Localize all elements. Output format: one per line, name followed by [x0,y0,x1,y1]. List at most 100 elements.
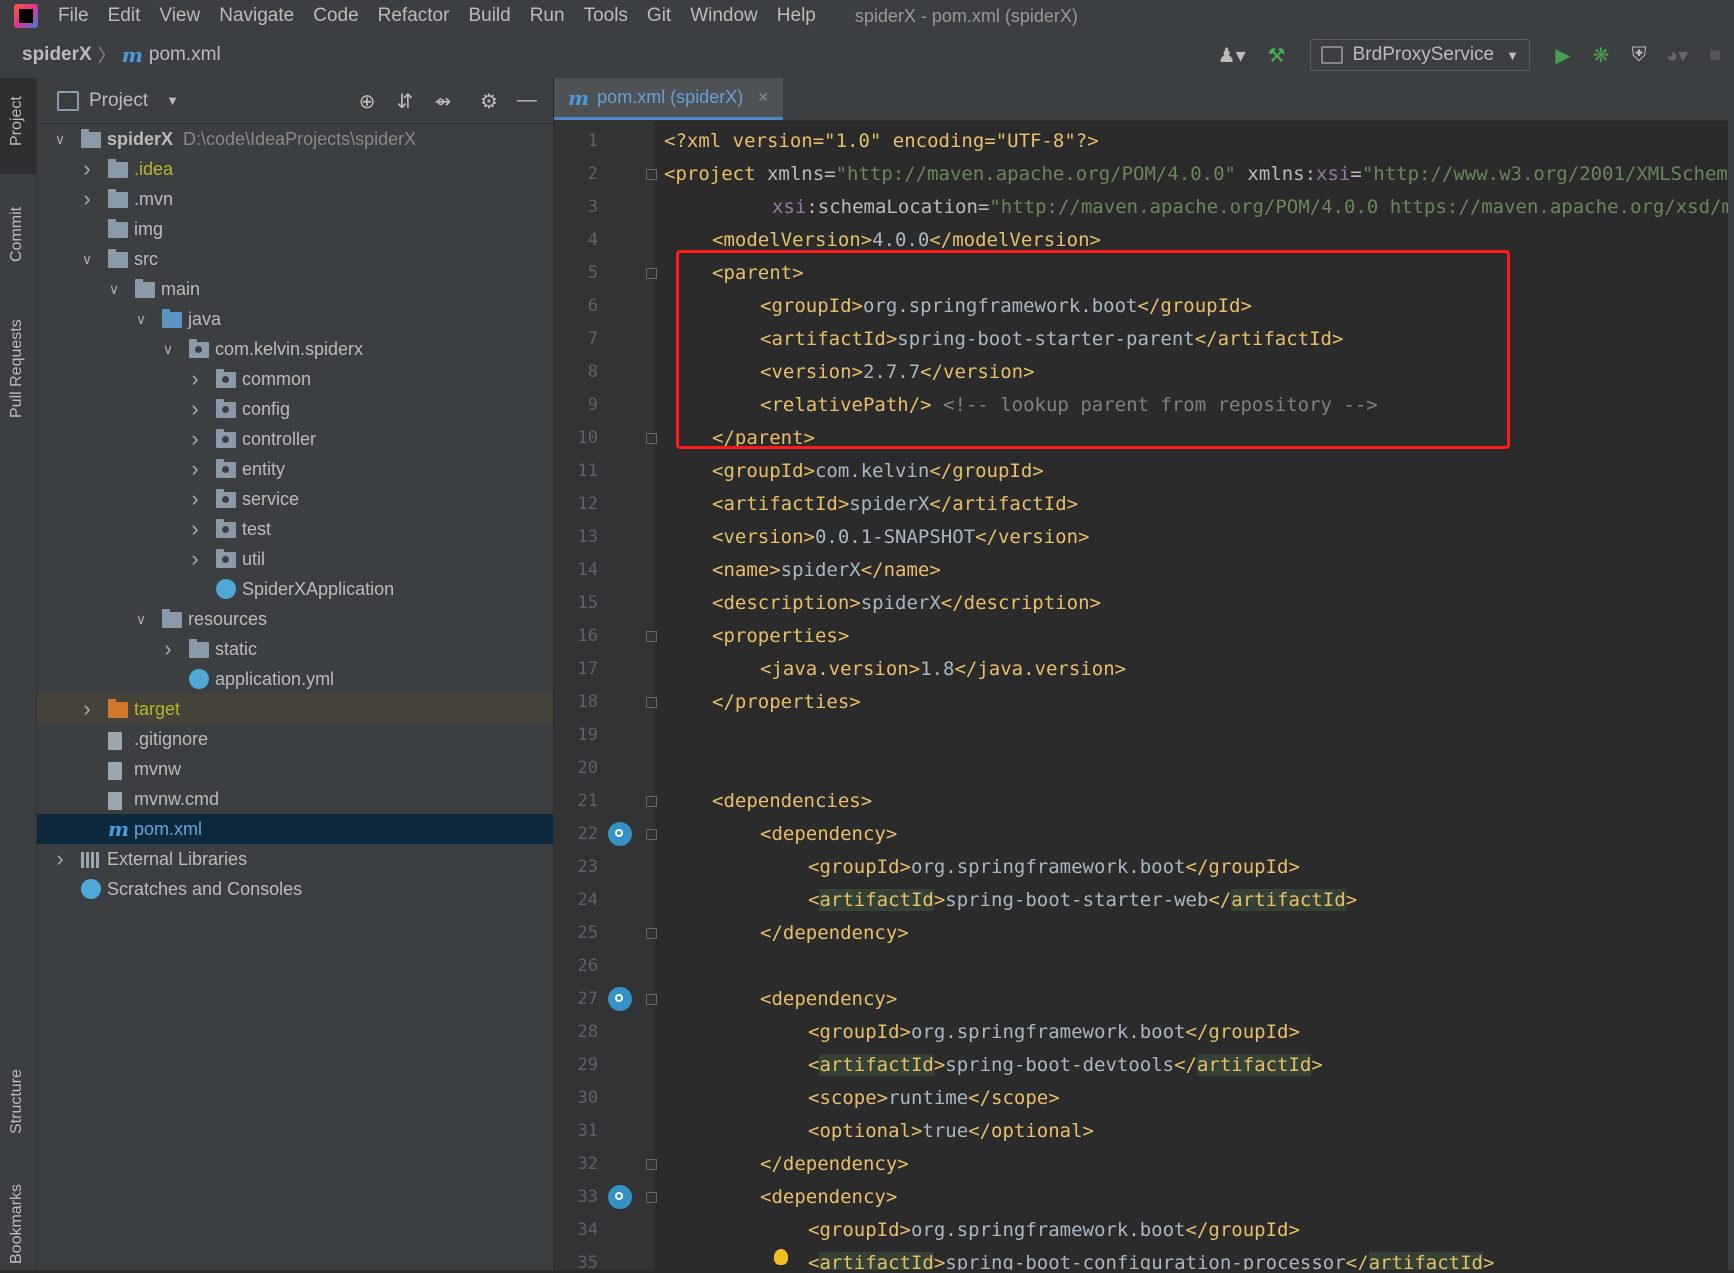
menu-help[interactable]: Help [777,5,816,27]
tree-node-entity[interactable]: › entity [37,454,553,484]
menu-edit[interactable]: Edit [108,5,141,27]
maven-dependency-update-icon[interactable] [608,822,632,846]
tree-node-mvnw-cmd[interactable]: mvnw.cmd [37,784,553,814]
tree-node-pom-xml[interactable]: m pom.xml [37,814,553,844]
tree-node-spiderxapplication[interactable]: SpiderXApplication [37,574,553,604]
strip-tab-commit[interactable]: Commit [0,178,36,274]
menu-run[interactable]: Run [530,5,565,27]
tree-node-main[interactable]: ∨ main [37,274,553,304]
tree-node-mvn[interactable]: › .mvn [37,184,553,214]
chevron-right-icon[interactable]: › [188,486,202,512]
tree-node-mvnw[interactable]: mvnw [37,754,553,784]
menu-refactor[interactable]: Refactor [378,5,450,27]
project-panel-title[interactable]: Project [89,90,148,112]
tree-node-controller[interactable]: › controller [37,424,553,454]
chevron-down-icon[interactable]: ∨ [107,281,121,298]
run-icon[interactable]: ▶ [1551,43,1575,67]
locate-target-icon[interactable]: ⊕ [355,89,379,113]
strip-tab-structure[interactable]: Structure [0,1038,36,1148]
menu-navigate[interactable]: Navigate [219,5,294,27]
profile-icon[interactable]: ◕▾ [1665,43,1689,67]
menu-code[interactable]: Code [313,5,358,27]
excluded-folder-icon [108,699,128,718]
chevron-right-icon[interactable]: › [188,456,202,482]
tree-node-application-yml[interactable]: application.yml [37,664,553,694]
code-token: <groupId> [808,856,911,878]
menu-build[interactable]: Build [468,5,510,27]
chevron-right-icon[interactable]: › [80,186,94,212]
chevron-right-icon[interactable]: › [188,516,202,542]
line-number: 10 [577,428,598,448]
code-token: artifactId [819,1252,934,1270]
tree-node-test[interactable]: › test [37,514,553,544]
chevron-right-icon[interactable]: › [161,636,175,662]
strip-tab-pull-requests-label: Pull Requests [8,319,25,418]
chevron-right-icon[interactable]: › [188,426,202,452]
chevron-down-icon[interactable]: ▼ [166,93,179,108]
chevron-down-icon[interactable]: ∨ [53,131,67,148]
gear-icon[interactable]: ⚙ [477,89,501,113]
expand-all-icon[interactable]: ⇵ [393,89,417,113]
chevron-down-icon[interactable]: ∨ [80,251,94,268]
tree-node-spiderx[interactable]: ∨ spiderX D:\code\IdeaProjects\spiderX [37,124,553,154]
breadcrumb-file[interactable]: pom.xml [149,44,221,66]
chevron-right-icon[interactable]: › [80,696,94,722]
build-hammer-icon[interactable]: ⚒ [1265,43,1289,67]
gitignore-file-icon [108,732,122,750]
code-value: spiderX [860,592,941,614]
tree-node-service[interactable]: › service [37,484,553,514]
tree-node-config[interactable]: › config [37,394,553,424]
minimize-icon[interactable]: — [515,89,539,113]
run-configuration-select[interactable]: BrdProxyService ▼ [1309,39,1530,71]
chevron-right-icon[interactable]: › [80,156,94,182]
tree-node-java[interactable]: ∨ java [37,304,553,334]
tree-node-text: service [242,489,299,510]
chevron-down-icon[interactable]: ∨ [161,341,175,358]
chevron-down-icon[interactable]: ∨ [134,611,148,628]
collapse-all-icon[interactable]: ⇴ [431,89,455,113]
chevron-right-icon[interactable]: › [188,396,202,422]
tree-node-resources[interactable]: ∨ resources [37,604,553,634]
tree-node-src[interactable]: ∨ src [37,244,553,274]
intellij-logo-icon [14,4,38,28]
coverage-icon[interactable]: ⛨ [1627,43,1651,67]
menu-tools[interactable]: Tools [584,5,628,27]
code-line: <optional>true</optional> [808,1115,1094,1148]
stop-icon[interactable]: ■ [1703,43,1727,67]
code-token: </scope> [968,1087,1060,1109]
chevron-down-icon[interactable]: ∨ [134,311,148,328]
tree-node-gitignore[interactable]: .gitignore [37,724,553,754]
tree-node-external-libraries[interactable]: › External Libraries [37,844,553,874]
tab-pom-xml[interactable]: m pom.xml (spiderX) ✕ [554,78,783,120]
debug-icon[interactable]: ❋ [1589,43,1613,67]
menu-view[interactable]: View [159,5,200,27]
source-folder-icon [162,309,182,328]
strip-tab-pull-requests[interactable]: Pull Requests [0,288,36,428]
tree-node-scratches-and-consoles[interactable]: Scratches and Consoles [37,874,553,904]
code-token: artifactId [819,1054,934,1076]
chevron-right-icon[interactable]: › [188,366,202,392]
maven-dependency-update-icon[interactable] [608,1185,632,1209]
close-icon[interactable]: ✕ [757,89,769,106]
menu-git[interactable]: Git [647,5,671,27]
scratches-icon [81,879,101,899]
tree-node-common[interactable]: › common [37,364,553,394]
user-icon[interactable]: ♟▾ [1213,43,1251,67]
strip-tab-bookmarks[interactable]: Bookmarks [0,1158,36,1268]
tree-node-util[interactable]: › util [37,544,553,574]
breadcrumb-project[interactable]: spiderX [22,44,92,66]
tree-node-label: External Libraries [107,848,248,869]
tree-node-target[interactable]: › target [37,694,553,724]
chevron-right-icon[interactable]: › [188,546,202,572]
tree-node-label: controller [242,428,317,449]
tree-node-static[interactable]: › static [37,634,553,664]
maven-dependency-update-icon[interactable] [608,987,632,1011]
menu-window[interactable]: Window [690,5,758,27]
intention-bulb-icon[interactable] [774,1249,788,1265]
strip-tab-project[interactable]: Project [0,78,36,174]
tree-node-idea[interactable]: › .idea [37,154,553,184]
tree-node-com-kelvin-spiderx[interactable]: ∨ com.kelvin.spiderx [37,334,553,364]
chevron-right-icon[interactable]: › [53,846,67,872]
menu-file[interactable]: File [58,5,89,27]
tree-node-img[interactable]: img [37,214,553,244]
